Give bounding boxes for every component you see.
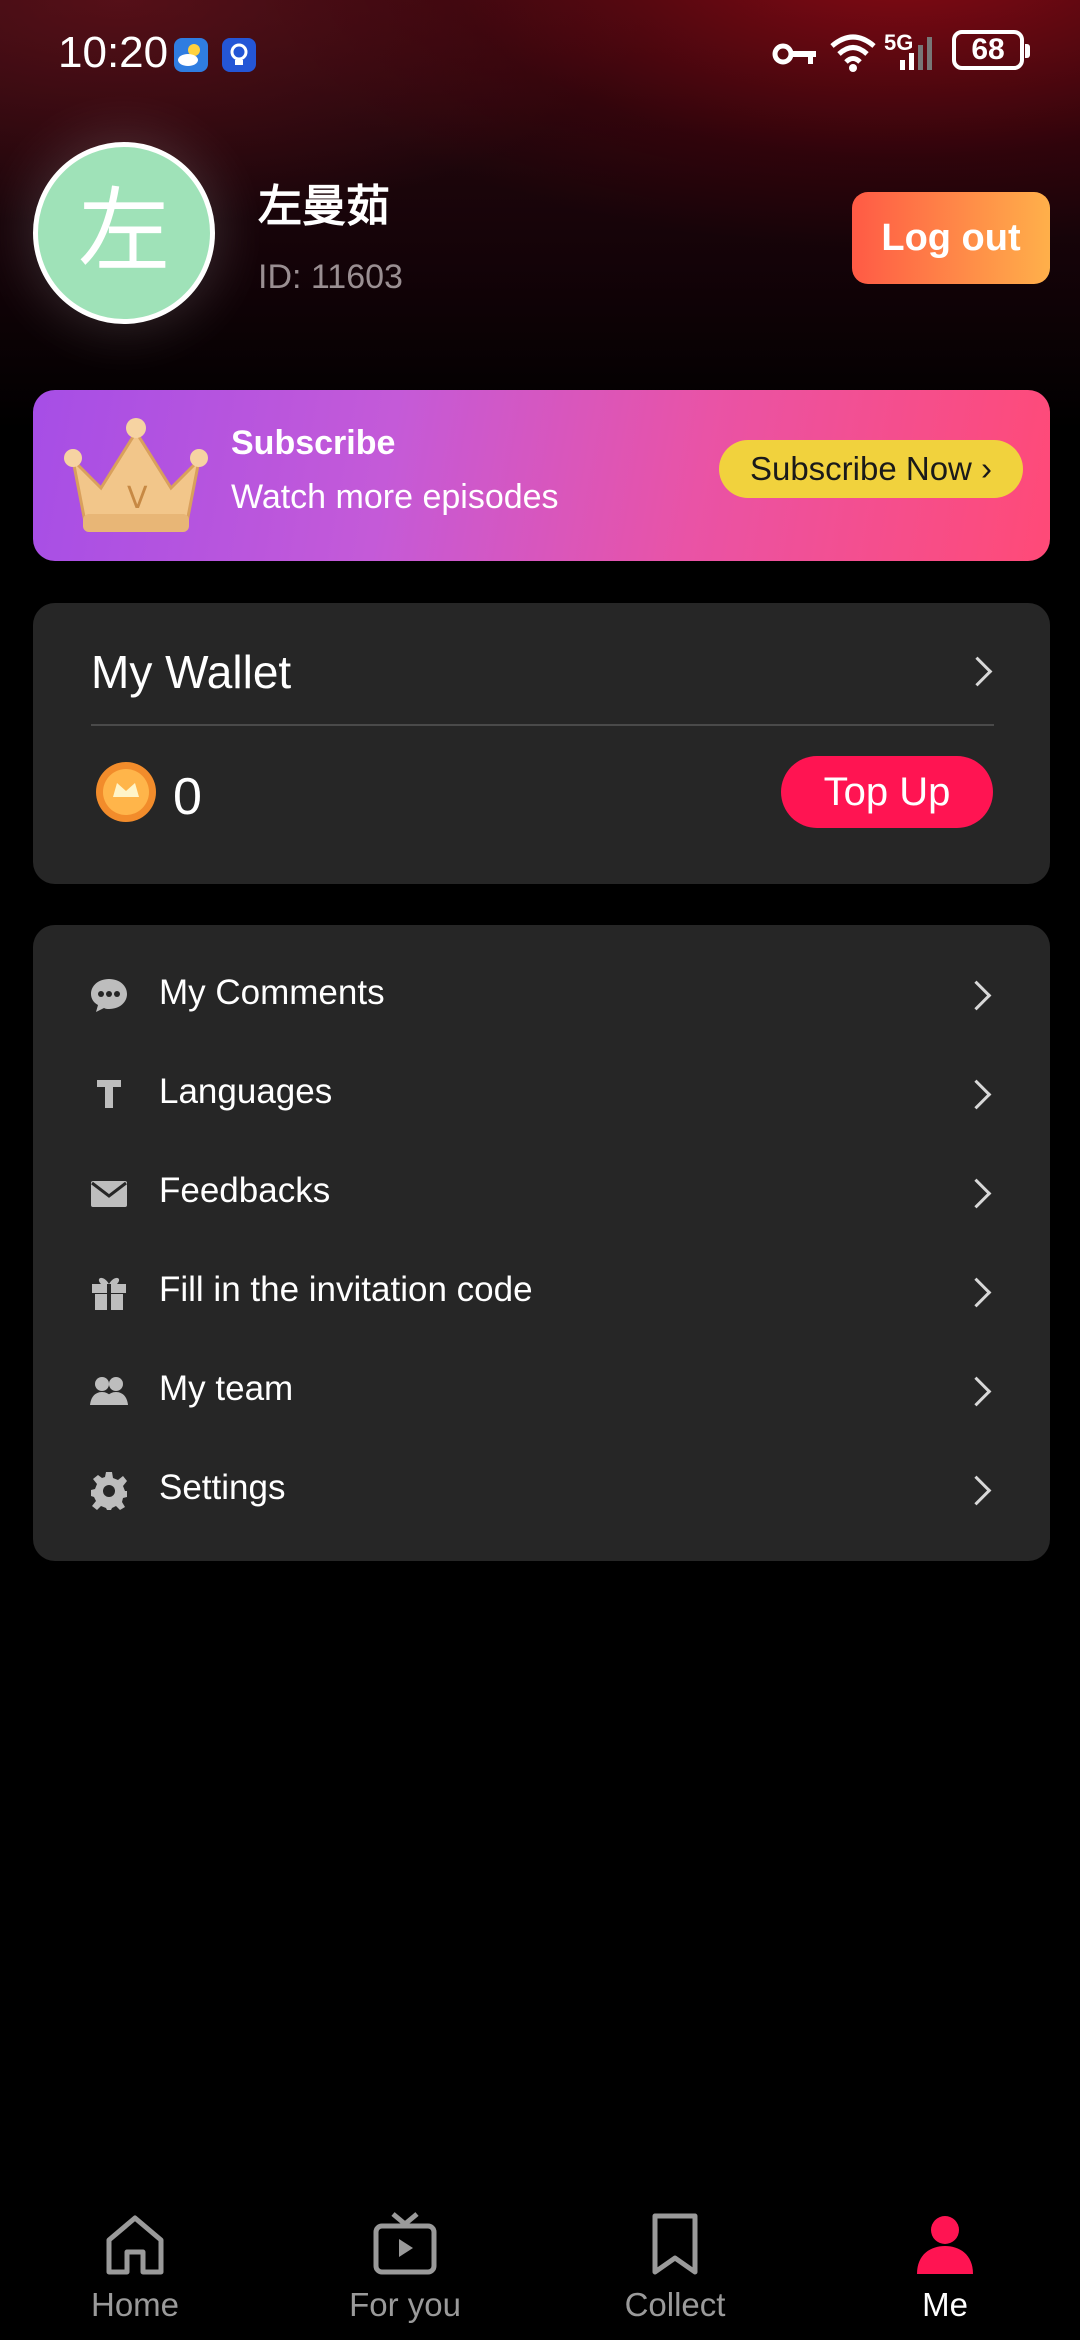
crown-icon: V bbox=[64, 418, 208, 532]
menu-label: Languages bbox=[159, 1072, 333, 1111]
status-bar: 10:20 5G 68 bbox=[0, 0, 1080, 110]
profile-screen: 10:20 5G 68 左 左曼茹 ID: 11603 Log out V Su… bbox=[0, 0, 1080, 2340]
menu-label: My Comments bbox=[159, 973, 385, 1012]
top-up-button[interactable]: Top Up bbox=[781, 756, 993, 828]
user-id: ID: 11603 bbox=[258, 258, 403, 296]
chevron-right-icon bbox=[961, 980, 992, 1011]
team-icon bbox=[90, 1377, 128, 1405]
wallet-divider bbox=[91, 724, 994, 726]
chat-bubble-icon bbox=[91, 979, 127, 1012]
battery-indicator: 68 bbox=[952, 30, 1030, 70]
banner-title: Subscribe bbox=[231, 424, 396, 462]
coin-balance: 0 bbox=[173, 768, 202, 826]
nav-me[interactable]: Me bbox=[845, 2190, 1045, 2340]
menu-item-my-team[interactable]: My team bbox=[33, 1341, 1050, 1440]
subscribe-banner[interactable]: V Subscribe Watch more episodes Subscrib… bbox=[33, 390, 1050, 561]
menu-item-settings[interactable]: Settings bbox=[33, 1440, 1050, 1539]
nav-for-you[interactable]: For you bbox=[305, 2190, 505, 2340]
gear-icon bbox=[91, 1472, 127, 1510]
subscribe-now-button[interactable]: Subscribe Now › bbox=[719, 440, 1023, 498]
coin-icon bbox=[96, 762, 156, 822]
nav-label: Me bbox=[922, 2286, 968, 2323]
menu-item-feedbacks[interactable]: Feedbacks bbox=[33, 1143, 1050, 1242]
logout-button[interactable]: Log out bbox=[852, 192, 1050, 284]
nav-label: Home bbox=[90, 2286, 180, 2323]
envelope-icon bbox=[91, 1181, 127, 1207]
signal-icon bbox=[900, 37, 932, 70]
menu-item-my-comments[interactable]: My Comments bbox=[33, 945, 1050, 1044]
weather-icon bbox=[174, 38, 208, 72]
status-time: 10:20 bbox=[58, 28, 169, 77]
avatar[interactable]: 左 bbox=[33, 142, 215, 324]
chevron-right-icon bbox=[961, 1178, 992, 1209]
wallet-chevron-right-icon[interactable] bbox=[962, 656, 993, 687]
text-t-icon bbox=[97, 1080, 121, 1108]
menu-item-languages[interactable]: Languages bbox=[33, 1044, 1050, 1143]
nav-collect[interactable]: Collect bbox=[575, 2190, 775, 2340]
nav-label: Collect bbox=[624, 2286, 726, 2323]
menu-card: My Comments Languages Feedbacks Fill in … bbox=[33, 925, 1050, 1561]
nav-home[interactable]: Home bbox=[35, 2190, 235, 2340]
nav-label: For you bbox=[349, 2286, 461, 2323]
menu-label: Feedbacks bbox=[159, 1171, 331, 1210]
menu-label: Settings bbox=[159, 1468, 286, 1507]
person-icon bbox=[917, 2216, 973, 2274]
home-icon bbox=[106, 2215, 164, 2275]
svg-text:V: V bbox=[127, 481, 148, 516]
menu-item-invitation-code[interactable]: Fill in the invitation code bbox=[33, 1242, 1050, 1341]
chevron-right-icon bbox=[961, 1376, 992, 1407]
chevron-right-icon bbox=[961, 1475, 992, 1506]
vpn-key-icon bbox=[772, 43, 816, 65]
wifi-icon bbox=[830, 34, 876, 72]
bulb-icon bbox=[222, 38, 256, 72]
wallet-title[interactable]: My Wallet bbox=[91, 645, 291, 699]
bottom-nav: Home For you Collect Me bbox=[0, 2190, 1080, 2340]
wallet-card: My Wallet 0 Top Up bbox=[33, 603, 1050, 884]
username: 左曼茹 bbox=[258, 182, 390, 231]
menu-label: My team bbox=[159, 1369, 294, 1408]
bookmark-icon bbox=[652, 2213, 698, 2275]
gift-icon bbox=[92, 1277, 126, 1310]
tv-play-icon bbox=[373, 2212, 437, 2275]
chevron-right-icon bbox=[961, 1277, 992, 1308]
chevron-right-icon bbox=[961, 1079, 992, 1110]
banner-subtitle: Watch more episodes bbox=[231, 478, 559, 516]
menu-label: Fill in the invitation code bbox=[159, 1270, 533, 1309]
